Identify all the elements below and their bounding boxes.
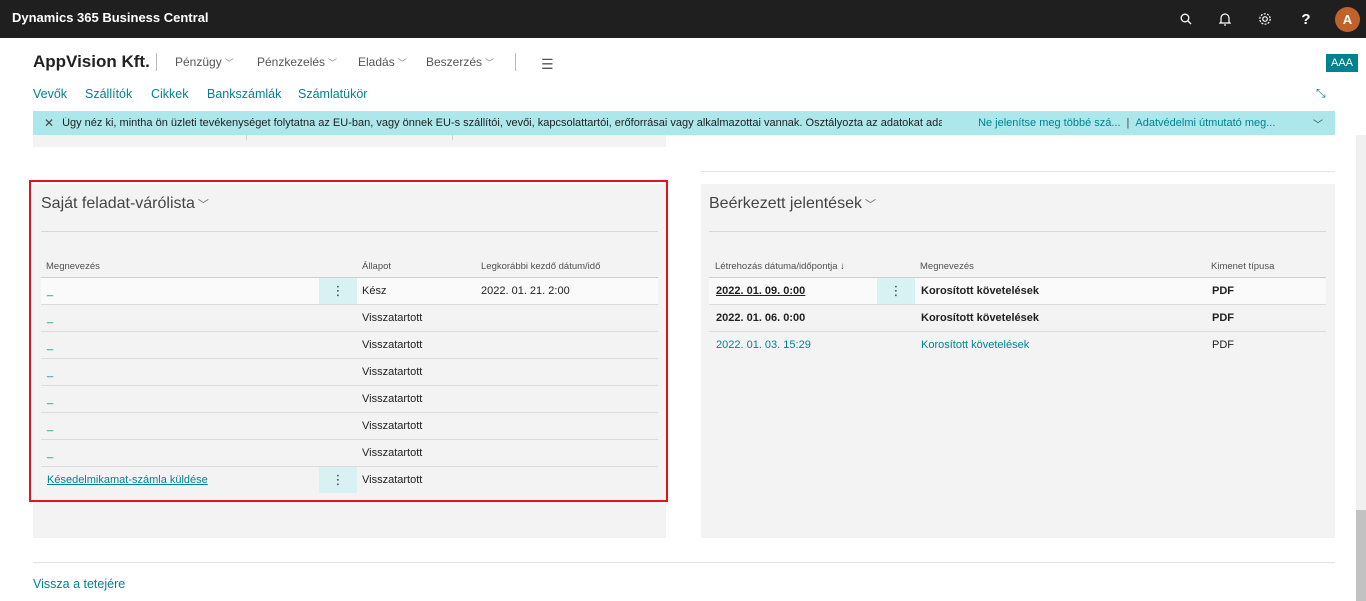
chevron-down-icon: ﹀ [864,199,876,211]
search-icon[interactable] [1176,9,1196,29]
table-row[interactable]: 2022. 01. 06. 0:00 Korosított követelése… [709,305,1326,332]
back-to-top-link[interactable]: Vissza a tetejére [33,577,125,591]
action-szallitok[interactable]: Szállítók [85,87,132,101]
menu-eladas[interactable]: Eladás ﹀ [358,55,407,69]
chevron-down-icon: ﹀ [397,57,407,68]
part-strip [33,135,666,147]
help-icon[interactable]: ? [1296,9,1316,29]
banner-message: Úgy néz ki, mintha ön üzleti tevékenység… [62,117,943,129]
app-title: Dynamics 365 Business Central [12,10,209,25]
table-row[interactable]: 2022. 01. 09. 0:00 ⋮ Korosított követelé… [709,278,1326,305]
top-bar: Dynamics 365 Business Central ? A [0,0,1366,38]
settings-gear-icon[interactable] [1255,9,1275,29]
column-header-output-type[interactable]: Kimenet típusa [1211,261,1274,272]
chevron-down-icon[interactable]: ﹀ [1313,116,1323,131]
action-bankszamlak[interactable]: Bankszámlák [207,87,281,101]
close-icon[interactable]: ✕ [44,116,54,130]
action-szamlatukor[interactable]: Számlatükör [298,87,367,101]
banner-separator: | [1126,117,1130,129]
menu-penzugy[interactable]: Pénzügy ﹀ [175,55,234,69]
action-cikkek[interactable]: Cikkek [151,87,189,101]
highlight-box [29,180,668,502]
scrollbar-thumb[interactable] [1356,510,1366,601]
column-header-created[interactable]: Létrehozás dátuma/időpontja ↓ [715,261,845,272]
chevron-down-icon: ﹀ [224,57,234,68]
privacy-guide-link[interactable]: Adatvédelmi útmutató meg... [1135,117,1275,129]
divider [515,53,516,71]
divider [701,171,1335,172]
bell-icon[interactable] [1215,9,1235,29]
avatar[interactable]: A [1335,7,1360,32]
vertical-scrollbar[interactable] [1356,135,1366,601]
chevron-down-icon: ﹀ [328,57,338,68]
divider [33,562,1335,563]
report-inbox-title[interactable]: Beérkezett jelentések ﹀ [709,195,876,213]
hamburger-menu-icon[interactable]: ☰ [541,56,554,73]
collapse-icon[interactable]: ⤡ [1316,86,1326,101]
action-vevok[interactable]: Vevők [33,87,67,101]
dismiss-link[interactable]: Ne jelenítse meg többé szá... [978,117,1120,129]
aaa-badge[interactable]: AAA [1326,54,1358,72]
table-row[interactable]: 2022. 01. 03. 15:29 Korosított követelés… [709,332,1326,359]
divider [156,53,157,71]
privacy-banner: ✕ Úgy néz ki, mintha ön üzleti tevékenys… [33,111,1335,135]
company-name[interactable]: AppVision Kft. [33,52,150,72]
column-header-description[interactable]: Megnevezés [920,261,974,272]
menu-penzkezeles[interactable]: Pénzkezelés ﹀ [257,55,337,69]
report-inbox-panel: Beérkezett jelentések ﹀ Létrehozás dátuma… [701,184,1335,538]
row-menu-icon[interactable]: ⋮ [877,278,915,304]
chevron-down-icon: ﹀ [485,57,495,68]
menu-beszerzes[interactable]: Beszerzés ﹀ [426,55,494,69]
